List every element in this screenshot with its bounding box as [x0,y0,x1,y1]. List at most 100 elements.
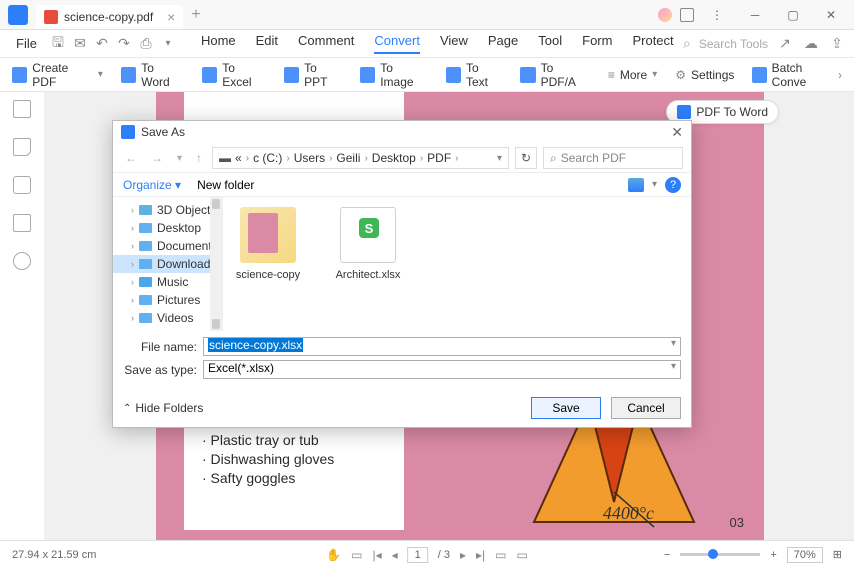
dialog-body: ›3D Objects ›Desktop ›Documents ›Downloa… [113,197,691,331]
fit-width-icon[interactable]: ▭ [517,548,528,562]
menu-file[interactable]: File [8,36,45,51]
tab-page[interactable]: Page [488,33,518,54]
minimize-button[interactable]: ─ [740,8,770,22]
batch-convert-button[interactable]: Batch Conve› [752,61,842,89]
tree-scrollbar[interactable] [210,197,222,331]
file-name-input[interactable]: science-copy.xlsx▾ [203,337,681,356]
undo-icon[interactable]: ↶ [93,35,111,53]
refresh-icon[interactable]: ↻ [515,147,537,169]
zoom-slider[interactable] [680,553,760,556]
new-tab-button[interactable]: + [191,6,200,24]
file-list[interactable]: science-copy Architect.xlsx [223,197,691,331]
create-pdf-button[interactable]: Create PDF▾ [12,61,103,89]
tree-item-3d-objects[interactable]: ›3D Objects [113,201,222,219]
tree-item-documents[interactable]: ›Documents [113,237,222,255]
search-icon[interactable]: ⌕ [683,35,691,52]
redo-icon[interactable]: ↷ [115,35,133,53]
view-dropdown-icon[interactable]: ▾ [652,179,657,190]
breadcrumb[interactable]: Users [294,151,325,165]
to-pdfa-button[interactable]: To PDF/A [520,61,590,89]
nav-recent-icon[interactable]: ▾ [173,153,186,164]
comment-panel-icon[interactable] [13,176,31,194]
breadcrumb[interactable]: c (C:) [253,151,282,165]
fit-page-icon[interactable]: ▭ [495,548,506,562]
help-icon[interactable]: ? [665,177,681,193]
tab-convert[interactable]: Convert [374,33,420,54]
settings-button[interactable]: ⚙Settings [675,61,734,89]
path-dropdown-icon[interactable]: ▾ [497,153,502,164]
nav-up-icon[interactable]: ↑ [192,151,206,165]
print-icon[interactable]: ⎙ [137,35,155,53]
tree-item-videos[interactable]: ›Videos [113,309,222,327]
to-image-button[interactable]: To Image [360,61,428,89]
file-item-folder[interactable]: science-copy [233,207,303,281]
tab-view[interactable]: View [440,33,468,54]
close-window-button[interactable]: ✕ [816,8,846,22]
batch-icon [752,67,766,83]
chevron-down-icon[interactable]: ▾ [159,35,177,53]
breadcrumb-path[interactable]: ▬ «› c (C:)› Users› Geili› Desktop› PDF›… [212,147,509,169]
prev-page-icon[interactable]: ◂ [392,548,398,562]
hide-folders-button[interactable]: ⌃Hide Folders [123,401,203,415]
breadcrumb[interactable]: PDF [427,151,451,165]
open-external-icon[interactable]: ↗ [776,35,794,53]
first-page-icon[interactable]: |◂ [372,548,381,562]
zoom-in-icon[interactable]: + [770,549,776,561]
breadcrumb[interactable]: Geili [336,151,360,165]
save-icon[interactable]: 🖫 [49,35,67,53]
page-dimensions: 27.94 x 21.59 cm [12,549,96,561]
view-mode-button[interactable] [628,178,644,192]
tree-item-desktop[interactable]: ›Desktop [113,219,222,237]
tab-form[interactable]: Form [582,33,612,54]
page-input[interactable]: 1 [408,547,428,563]
nav-back-icon[interactable]: ← [121,151,141,165]
organize-button[interactable]: Organize ▾ [123,178,181,192]
thumbnails-icon[interactable] [13,100,31,118]
zoom-out-icon[interactable]: − [664,549,670,561]
dialog-search-input[interactable]: ⌕ Search PDF [543,147,683,169]
to-text-button[interactable]: To Text [446,61,503,89]
cancel-button[interactable]: Cancel [611,397,681,419]
save-type-select[interactable]: Excel(*.xlsx)▾ [203,360,681,379]
maximize-button[interactable]: ▢ [778,8,808,22]
zoom-value[interactable]: 70% [787,547,823,563]
titlebar-icon[interactable] [680,8,694,22]
last-page-icon[interactable]: ▸| [476,548,485,562]
tab-protect[interactable]: Protect [632,33,673,54]
to-excel-button[interactable]: To Excel [202,61,266,89]
tree-item-downloads[interactable]: ›Downloads [113,255,222,273]
user-avatar-icon[interactable] [658,8,672,22]
hand-tool-icon[interactable]: ✋ [326,548,341,562]
tab-comment[interactable]: Comment [298,33,354,54]
search-panel-icon[interactable] [13,252,31,270]
search-tools-placeholder[interactable]: Search Tools [699,37,768,51]
nav-forward-icon[interactable]: → [147,151,167,165]
more-button[interactable]: ≡More▾ [608,61,657,89]
kebab-icon[interactable]: ⋮ [702,8,732,22]
next-page-icon[interactable]: ▸ [460,548,466,562]
file-item-xlsx[interactable]: Architect.xlsx [333,207,403,281]
tab-close-icon[interactable]: × [167,9,175,25]
tree-item-pictures[interactable]: ›Pictures [113,291,222,309]
mail-icon[interactable]: ✉ [71,35,89,53]
save-button[interactable]: Save [531,397,601,419]
tab-edit[interactable]: Edit [256,33,278,54]
new-folder-button[interactable]: New folder [197,178,254,192]
select-tool-icon[interactable]: ▭ [351,548,362,562]
cloud-icon[interactable]: ☁ [802,35,820,53]
breadcrumb[interactable]: « [235,151,242,165]
to-word-button[interactable]: To Word [121,61,184,89]
dialog-close-icon[interactable]: ✕ [671,124,683,141]
attachment-icon[interactable] [13,214,31,232]
view-mode-icon[interactable]: ⊞ [833,548,842,561]
share-icon[interactable]: ⇪ [828,35,846,53]
dialog-titlebar[interactable]: Save As ✕ [113,121,691,144]
dialog-toolbar: Organize ▾ New folder ▾ ? [113,172,691,197]
tab-tool[interactable]: Tool [538,33,562,54]
tree-item-music[interactable]: ›Music [113,273,222,291]
to-ppt-button[interactable]: To PPT [284,61,342,89]
breadcrumb[interactable]: Desktop [372,151,416,165]
bookmark-icon[interactable] [13,138,31,156]
document-tab[interactable]: science-copy.pdf × [36,5,183,29]
tab-home[interactable]: Home [201,33,236,54]
